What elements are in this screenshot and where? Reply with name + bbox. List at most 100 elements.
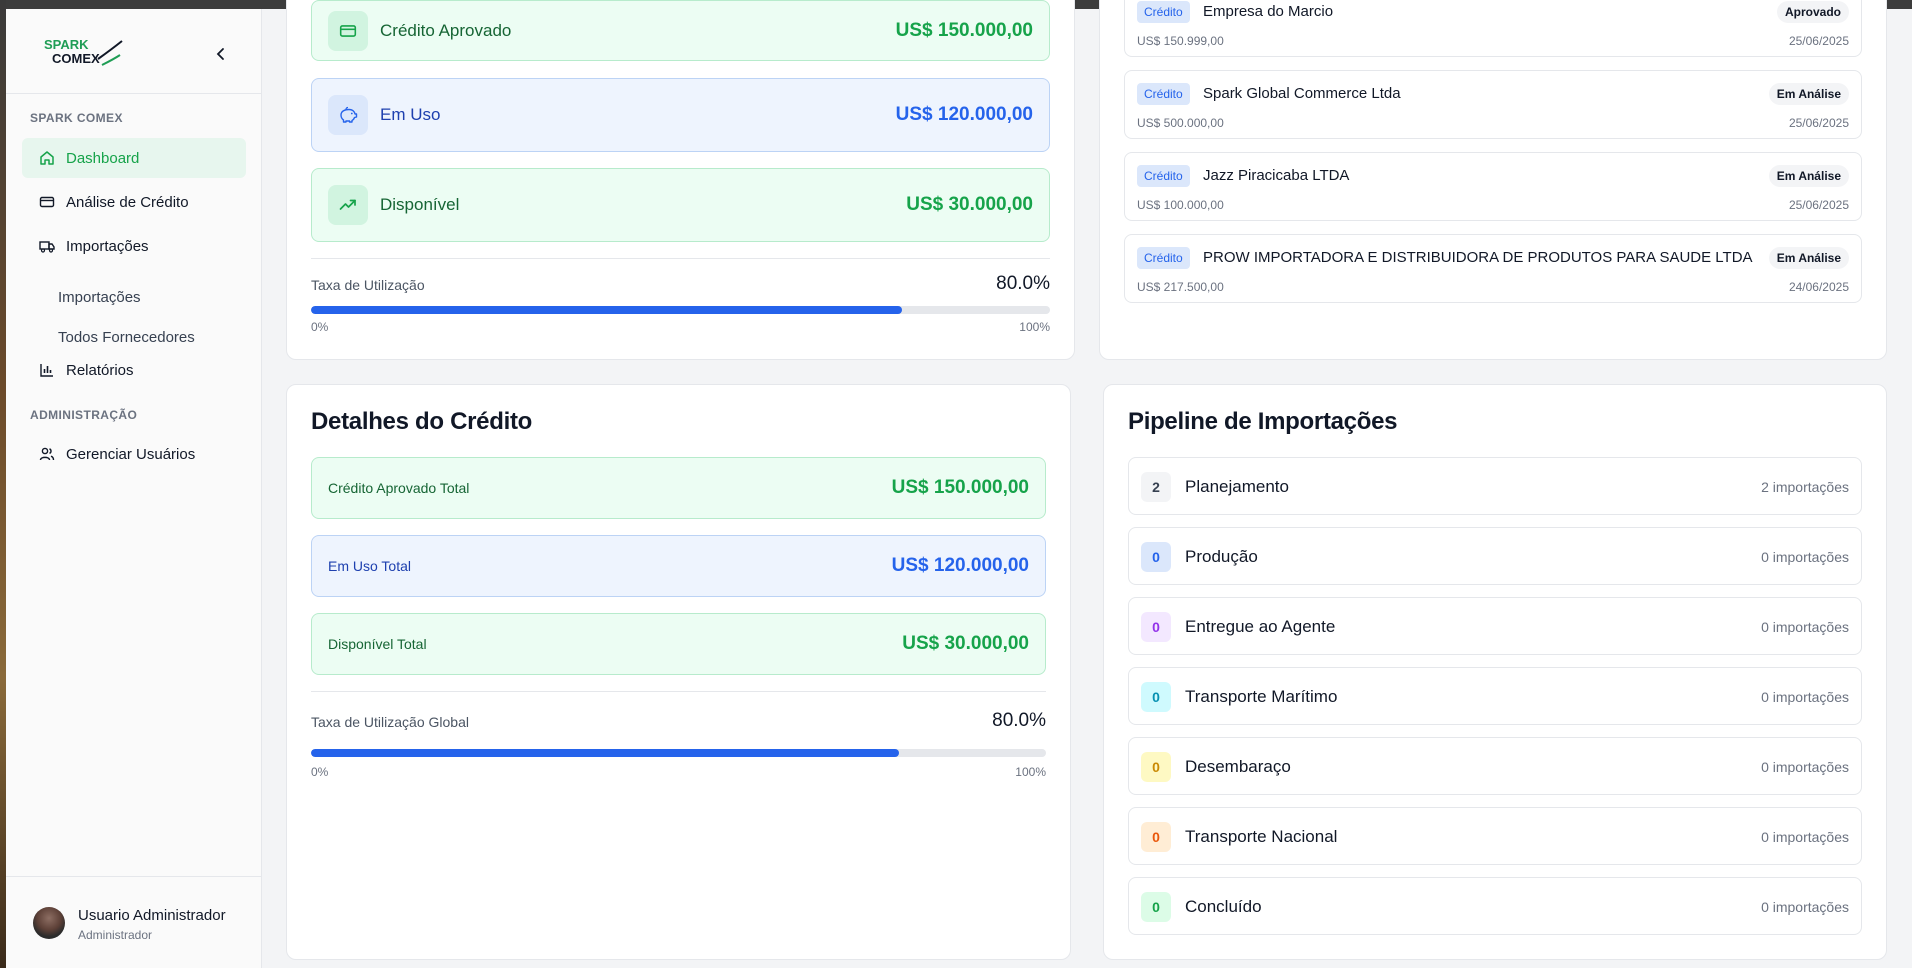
- section-label-admin: ADMINISTRAÇÃO: [30, 408, 138, 422]
- progress-min-label: 0%: [311, 320, 329, 334]
- request-date: 24/06/2025: [1788, 280, 1849, 294]
- status-badge: Aprovado: [1776, 1, 1849, 23]
- sidebar: SPARK COMEX SPARK COMEX Dashboard Anális…: [6, 9, 262, 968]
- trending-up-icon: [328, 185, 368, 225]
- stat-in-use: Em Uso US$ 120.000,00: [311, 78, 1050, 152]
- sidebar-item-imports[interactable]: Importações: [22, 226, 246, 266]
- sidebar-item-label: Análise de Crédito: [66, 193, 189, 211]
- divider: [311, 258, 1050, 259]
- pipeline-stage-row[interactable]: 0 Entregue ao Agente 0 importações: [1128, 597, 1862, 655]
- pipeline-stage-row[interactable]: 0 Transporte Nacional 0 importações: [1128, 807, 1862, 865]
- stat-available-total: Disponível Total US$ 30.000,00: [311, 613, 1046, 675]
- stage-count-badge: 0: [1141, 612, 1171, 642]
- request-amount: US$ 217.500,00: [1137, 280, 1224, 294]
- stage-count-badge: 0: [1141, 682, 1171, 712]
- pipeline-stage-row[interactable]: 0 Produção 0 importações: [1128, 527, 1862, 585]
- company-name: Jazz Piracicaba LTDA: [1203, 167, 1350, 184]
- user-role: Administrador: [78, 928, 153, 942]
- card-title-credit-details: Detalhes do Crédito: [311, 408, 532, 435]
- stat-value: US$ 120.000,00: [895, 104, 1033, 125]
- stage-name: Produção: [1185, 547, 1258, 566]
- utilization-value: 80.0%: [996, 273, 1050, 294]
- stat-label: Crédito Aprovado Total: [328, 480, 470, 496]
- progress-max-label: 100%: [1019, 320, 1050, 334]
- bar-chart-icon: [38, 361, 56, 379]
- svg-text:COMEX: COMEX: [52, 51, 100, 66]
- stage-import-count: 0 importações: [1761, 759, 1849, 775]
- chevron-left-icon: [216, 48, 224, 60]
- status-badge: Em Análise: [1768, 83, 1849, 105]
- sidebar-header: SPARK COMEX: [6, 9, 261, 94]
- company-name: PROW IMPORTADORA E DISTRIBUIDORA DE PROD…: [1203, 249, 1753, 266]
- pipeline-stage-row[interactable]: 2 Planejamento 2 importações: [1128, 457, 1862, 515]
- stage-name: Transporte Nacional: [1185, 827, 1338, 846]
- pipeline-stage-row[interactable]: 0 Transporte Marítimo 0 importações: [1128, 667, 1862, 725]
- avatar: [33, 907, 65, 939]
- stat-value: US$ 30.000,00: [906, 194, 1033, 215]
- stat-label: Em Uso Total: [328, 558, 411, 574]
- stat-in-use-total: Em Uso Total US$ 120.000,00: [311, 535, 1046, 597]
- piggy-bank-icon: [328, 95, 368, 135]
- stage-count-badge: 2: [1141, 472, 1171, 502]
- stage-import-count: 0 importações: [1761, 829, 1849, 845]
- status-badge: Em Análise: [1768, 165, 1849, 187]
- progress-max-label: 100%: [1015, 765, 1046, 779]
- stage-import-count: 0 importações: [1761, 619, 1849, 635]
- sidebar-subitem-imports[interactable]: Importações: [58, 289, 141, 306]
- stage-count-badge: 0: [1141, 892, 1171, 922]
- status-badge: Em Análise: [1768, 247, 1849, 269]
- stat-approved-credit: Crédito Aprovado US$ 150.000,00: [311, 0, 1050, 61]
- stat-value: US$ 120.000,00: [891, 555, 1029, 576]
- request-amount: US$ 100.000,00: [1137, 198, 1224, 212]
- stat-approved-total: Crédito Aprovado Total US$ 150.000,00: [311, 457, 1046, 519]
- global-utilization-value: 80.0%: [992, 710, 1046, 731]
- request-date: 25/06/2025: [1788, 116, 1849, 130]
- global-utilization-progress-bar: [311, 749, 1046, 757]
- sidebar-item-label: Gerenciar Usuários: [66, 445, 196, 463]
- request-date: 25/06/2025: [1788, 198, 1849, 212]
- request-type-badge: Crédito: [1137, 165, 1190, 187]
- stat-label: Crédito Aprovado: [380, 20, 512, 40]
- users-icon: [38, 445, 56, 463]
- stage-name: Desembaraço: [1185, 757, 1291, 776]
- stage-name: Transporte Marítimo: [1185, 687, 1338, 706]
- company-name: Spark Global Commerce Ltda: [1203, 85, 1401, 102]
- sidebar-item-manage-users[interactable]: Gerenciar Usuários: [22, 434, 246, 474]
- request-amount: US$ 500.000,00: [1137, 116, 1224, 130]
- global-utilization-label: Taxa de Utilização Global: [311, 714, 469, 730]
- sidebar-item-dashboard[interactable]: Dashboard: [22, 138, 246, 178]
- card-title-pipeline: Pipeline de Importações: [1128, 408, 1398, 435]
- stage-name: Entregue ao Agente: [1185, 617, 1336, 636]
- user-profile[interactable]: Usuario Administrador Administrador: [6, 876, 262, 968]
- request-type-badge: Crédito: [1137, 247, 1190, 269]
- credit-request-row[interactable]: Crédito PROW IMPORTADORA E DISTRIBUIDORA …: [1124, 234, 1862, 303]
- pipeline-stage-row[interactable]: 0 Desembaraço 0 importações: [1128, 737, 1862, 795]
- sidebar-item-label: Importações: [66, 237, 149, 255]
- stage-count-badge: 0: [1141, 822, 1171, 852]
- user-name: Usuario Administrador: [78, 907, 226, 924]
- stage-count-badge: 0: [1141, 542, 1171, 572]
- pipeline-stage-row[interactable]: 0 Concluído 0 importações: [1128, 877, 1862, 935]
- stat-value: US$ 150.000,00: [891, 477, 1029, 498]
- utilization-progress-fill: [311, 306, 903, 314]
- utilization-progress-bar: [311, 306, 1050, 314]
- progress-min-label: 0%: [311, 765, 329, 779]
- stat-label: Disponível: [380, 195, 460, 214]
- utilization-label: Taxa de Utilização: [311, 277, 425, 293]
- request-type-badge: Crédito: [1137, 1, 1190, 23]
- request-amount: US$ 150.999,00: [1137, 34, 1224, 48]
- stage-name: Concluído: [1185, 897, 1262, 916]
- request-date: 25/06/2025: [1788, 34, 1849, 48]
- sidebar-subitem-suppliers[interactable]: Todos Fornecedores: [58, 329, 195, 346]
- stage-count-badge: 0: [1141, 752, 1171, 782]
- stat-value: US$ 30.000,00: [902, 633, 1029, 654]
- sidebar-item-reports[interactable]: Relatórios: [22, 350, 246, 390]
- collapse-sidebar-button[interactable]: [210, 43, 232, 65]
- credit-request-row[interactable]: Crédito Empresa do Marcio US$ 150.999,00 Ap…: [1124, 0, 1862, 57]
- spark-comex-logo: SPARK COMEX: [44, 37, 123, 66]
- sidebar-item-credit-analysis[interactable]: Análise de Crédito: [22, 182, 246, 222]
- credit-request-row[interactable]: Crédito Jazz Piracicaba LTDA US$ 100.000,0…: [1124, 152, 1862, 221]
- credit-request-row[interactable]: Crédito Spark Global Commerce Ltda US$ 500…: [1124, 70, 1862, 139]
- stat-available: Disponível US$ 30.000,00: [311, 168, 1050, 242]
- global-utilization-progress-fill: [311, 749, 899, 757]
